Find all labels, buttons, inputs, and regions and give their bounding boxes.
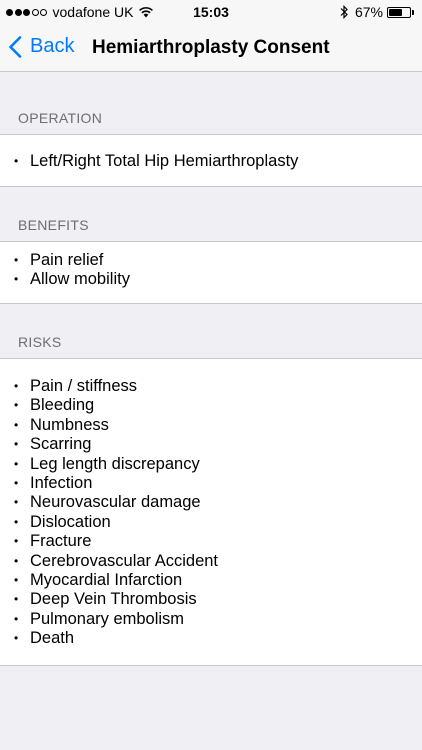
list-item: • Cerebrovascular Accident: [14, 552, 218, 571]
bullet-icon: •: [14, 611, 19, 626]
back-button[interactable]: Back: [8, 35, 74, 58]
list-item: • Allow mobility: [14, 270, 130, 289]
bullet-icon: •: [14, 253, 19, 267]
battery-percent: 67%: [354, 4, 383, 20]
list-item-label: Left/Right Total Hip Hemiarthroplasty: [30, 152, 299, 170]
section-card-operation: • Left/Right Total Hip Hemiarthroplasty: [0, 134, 422, 187]
bullet-icon: •: [14, 514, 19, 529]
list-item-label: Cerebrovascular Accident: [30, 551, 219, 570]
list-item-label: Bleeding: [30, 396, 95, 415]
list-item: • Bleeding: [14, 396, 218, 415]
list-item-label: Pain relief: [30, 251, 104, 269]
back-button-label: Back: [30, 35, 75, 57]
list-item-label: Allow mobility: [30, 270, 130, 289]
list-item-label: Infection: [30, 474, 93, 493]
section-header-benefits: BENEFITS: [18, 217, 89, 233]
list-item: • Pain relief: [14, 251, 130, 270]
bullet-icon: •: [14, 553, 19, 568]
bullet-icon: •: [14, 495, 19, 510]
status-bar: vodafone UK 15:03 67%: [0, 0, 422, 24]
list-item-label: Myocardial Infarction: [30, 571, 183, 590]
list-item-label: Dislocation: [30, 512, 111, 531]
operation-list: • Left/Right Total Hip Hemiarthroplasty: [14, 152, 298, 171]
section-card-benefits: • Pain relief • Allow mobility: [0, 241, 422, 304]
bullet-icon: •: [14, 154, 19, 168]
bullet-icon: •: [14, 272, 19, 287]
list-item-label: Pain / stiffness: [30, 377, 138, 395]
list-item: • Death: [14, 629, 218, 648]
list-item: • Fracture: [14, 532, 218, 551]
list-item-label: Neurovascular damage: [30, 493, 201, 512]
battery-level-fill: [389, 8, 402, 16]
page-title: Hemiarthroplasty Consent: [92, 37, 330, 58]
section-header-risks: RISKS: [18, 334, 62, 350]
navigation-bar: Back Hemiarthroplasty Consent: [0, 24, 422, 72]
bluetooth-icon: [340, 5, 348, 19]
list-item-label: Pulmonary embolism: [30, 609, 185, 628]
status-right: 67%: [339, 4, 414, 20]
bullet-icon: •: [14, 437, 19, 452]
bullet-icon: •: [14, 379, 19, 393]
chevron-left-icon: [9, 35, 22, 58]
list-item: • Numbness: [14, 416, 218, 435]
risks-list: • Pain / stiffness • Bleeding • Numbness • Scar…: [14, 377, 218, 649]
list-item: • Left/Right Total Hip Hemiarthroplasty: [14, 152, 298, 171]
bullet-icon: •: [14, 417, 19, 432]
list-item: • Leg length discrepancy: [14, 455, 218, 474]
section-card-risks: • Pain / stiffness • Bleeding • Numbness • Scar…: [0, 358, 422, 666]
list-item: • Pulmonary embolism: [14, 610, 218, 629]
list-item: • Scarring: [14, 435, 218, 454]
bullet-icon: •: [14, 631, 19, 646]
list-item-label: Death: [30, 629, 75, 648]
bullet-icon: •: [14, 456, 19, 471]
bullet-icon: •: [14, 476, 19, 491]
bullet-icon: •: [14, 592, 19, 607]
battery-icon: [387, 6, 411, 18]
list-item: • Myocardial Infarction: [14, 571, 218, 590]
list-item-label: Deep Vein Thrombosis: [30, 590, 197, 609]
list-item-label: Fracture: [30, 532, 92, 551]
bullet-icon: •: [14, 398, 19, 413]
list-item-label: Leg length discrepancy: [30, 454, 200, 473]
list-item: • Dislocation: [14, 513, 218, 532]
list-item: • Neurovascular damage: [14, 493, 218, 512]
bullet-icon: •: [14, 573, 19, 588]
bullet-icon: •: [14, 534, 19, 549]
list-item-label: Scarring: [30, 435, 92, 454]
benefits-list: • Pain relief • Allow mobility: [14, 251, 130, 290]
list-item: • Deep Vein Thrombosis: [14, 590, 218, 609]
list-item: • Pain / stiffness: [14, 377, 218, 396]
battery-tip: [412, 9, 414, 15]
section-header-operation: OPERATION: [18, 110, 103, 126]
list-item: • Infection: [14, 474, 218, 493]
list-item-label: Numbness: [30, 415, 109, 434]
